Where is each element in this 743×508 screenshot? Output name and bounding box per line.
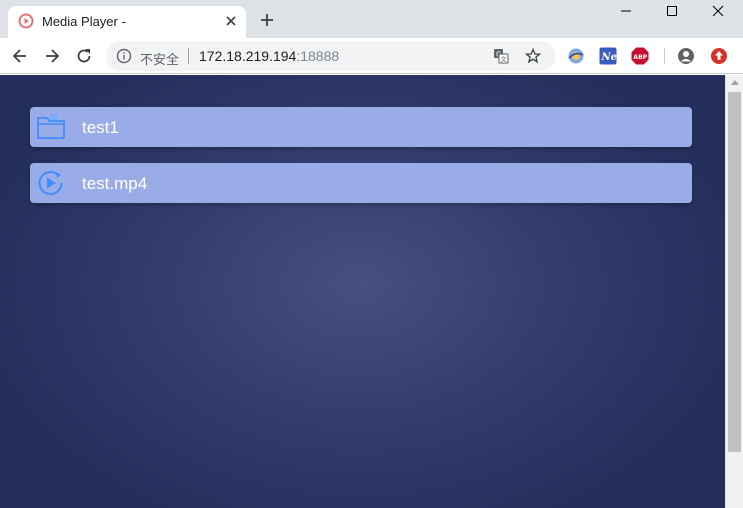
profile-avatar-icon[interactable] [677,47,695,65]
security-label: 不安全 [140,52,180,67]
maximize-button[interactable] [649,0,695,22]
tab-title: Media Player - [42,14,126,29]
reload-icon[interactable] [74,46,94,66]
bookmark-star-icon[interactable] [525,48,541,64]
back-arrow-icon[interactable] [10,46,30,66]
forward-arrow-icon[interactable] [42,46,62,66]
svg-text:文: 文 [501,56,507,64]
info-icon[interactable] [116,48,132,64]
file-name: test.mp4 [82,174,148,193]
url-host: 172.18.219.194 [199,48,297,64]
vertical-scrollbar[interactable] [725,75,743,508]
file-name: test1 [82,118,119,137]
omnibox-divider [188,48,189,64]
adblock-plus-icon[interactable]: ABP [631,47,649,65]
browser-tab[interactable]: Media Player - [8,6,246,38]
scrollbar-thumb[interactable] [728,92,741,452]
video-play-icon [38,171,63,196]
url-text: 172.18.219.194:18888 [199,48,339,64]
svg-text:ABP: ABP [633,54,648,61]
file-list-item-folder[interactable]: test1 [30,107,692,147]
minimize-icon [621,10,631,12]
svg-text:Ne: Ne [601,52,618,63]
maximize-icon [667,6,677,16]
minimize-button[interactable] [603,0,649,22]
extension-globe-icon[interactable] [567,47,585,65]
tab-strip: Media Player - [0,0,743,38]
file-list-item-video[interactable]: test.mp4 [30,163,692,203]
translate-icon[interactable]: G 文 [493,48,509,64]
address-bar[interactable]: 不安全 172.18.219.194:18888 G 文 [106,41,556,71]
scroll-up-arrow-icon[interactable] [731,80,739,85]
window-close-button[interactable] [695,0,741,22]
new-tab-button[interactable] [258,11,276,29]
update-arrow-icon[interactable] [710,47,728,65]
browser-toolbar: 不安全 172.18.219.194:18888 G 文 Ne ABP [0,38,743,74]
url-port: :18888 [296,48,340,64]
tab-close-icon[interactable] [223,13,239,29]
folder-icon [37,114,65,139]
close-icon [712,5,724,17]
media-player-icon [18,13,34,29]
toolbar-divider [664,48,665,64]
extension-ne-icon[interactable]: Ne [599,47,617,65]
page-viewport: test1 test.mp4 [0,75,725,508]
